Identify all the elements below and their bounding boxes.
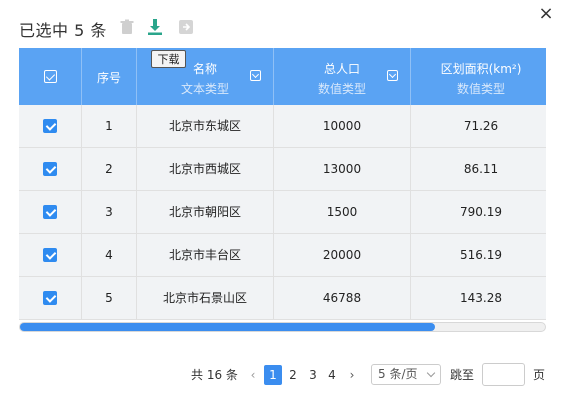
row-name: 北京市石景山区 bbox=[137, 277, 274, 320]
row-index: 5 bbox=[82, 277, 137, 320]
table-header: 序号 名称 文本类型 总人口 数值类型 区划面积(km²) 数值类型 bbox=[19, 48, 546, 105]
export-icon[interactable] bbox=[177, 18, 195, 36]
page-size-select[interactable]: 5 条/页 bbox=[371, 364, 441, 385]
filter-icon[interactable] bbox=[387, 70, 398, 81]
row-index: 2 bbox=[82, 148, 137, 191]
row-population: 20000 bbox=[274, 234, 411, 277]
table-row[interactable]: 2 北京市西城区 13000 86.11 bbox=[19, 148, 546, 191]
close-icon[interactable]: × bbox=[537, 5, 555, 23]
row-index: 3 bbox=[82, 191, 137, 234]
data-table: 序号 名称 文本类型 总人口 数值类型 区划面积(km²) 数值类型 1 北京市… bbox=[19, 48, 546, 321]
page-2[interactable]: 2 bbox=[284, 365, 302, 385]
download-icon[interactable] bbox=[146, 18, 164, 36]
row-checkbox[interactable] bbox=[43, 248, 57, 262]
row-checkbox[interactable] bbox=[43, 205, 57, 219]
page-3[interactable]: 3 bbox=[304, 365, 322, 385]
page-4[interactable]: 4 bbox=[323, 365, 341, 385]
header-area[interactable]: 区划面积(km²) 数值类型 bbox=[411, 48, 546, 105]
scrollbar-thumb[interactable] bbox=[20, 323, 435, 331]
table-row[interactable]: 4 北京市丰台区 20000 516.19 bbox=[19, 234, 546, 277]
page-1[interactable]: 1 bbox=[264, 365, 282, 385]
prev-page-icon[interactable]: ‹ bbox=[246, 365, 260, 385]
row-checkbox[interactable] bbox=[43, 162, 57, 176]
row-population: 10000 bbox=[274, 105, 411, 148]
row-area: 143.28 bbox=[460, 291, 502, 305]
download-tooltip: 下载 bbox=[151, 50, 186, 68]
row-area: 71.26 bbox=[463, 119, 499, 133]
horizontal-scrollbar[interactable] bbox=[19, 322, 546, 332]
row-population: 13000 bbox=[274, 148, 411, 191]
row-name: 北京市东城区 bbox=[137, 105, 274, 148]
page-size-value: 5 条/页 bbox=[378, 367, 418, 381]
total-count: 共 16 条 bbox=[191, 368, 238, 382]
next-page-icon[interactable]: › bbox=[345, 365, 359, 385]
row-name: 北京市丰台区 bbox=[137, 234, 274, 277]
jump-label: 跳至 bbox=[450, 368, 475, 382]
row-population: 46788 bbox=[274, 277, 411, 320]
header-population[interactable]: 总人口 数值类型 bbox=[274, 48, 411, 105]
row-index: 4 bbox=[82, 234, 137, 277]
chevron-down-icon bbox=[426, 368, 436, 378]
table-row[interactable]: 1 北京市东城区 10000 71.26 bbox=[19, 105, 546, 148]
header-select-all[interactable] bbox=[19, 48, 82, 105]
select-all-checkbox[interactable] bbox=[44, 70, 57, 83]
table-row[interactable]: 3 北京市朝阳区 1500 790.19 bbox=[19, 191, 546, 234]
row-name: 北京市朝阳区 bbox=[137, 191, 274, 234]
trash-icon[interactable] bbox=[118, 18, 136, 36]
jump-suffix: 页 bbox=[533, 368, 546, 382]
jump-page-input[interactable] bbox=[482, 363, 525, 386]
row-name: 北京市西城区 bbox=[137, 148, 274, 191]
filter-icon[interactable] bbox=[250, 70, 261, 81]
dialog-title: 已选中 5 条 bbox=[19, 21, 107, 40]
row-area: 790.19 bbox=[460, 205, 502, 219]
header-index: 序号 bbox=[82, 48, 137, 105]
row-index: 1 bbox=[82, 105, 137, 148]
row-population: 1500 bbox=[274, 191, 411, 234]
row-area: 516.19 bbox=[460, 248, 502, 262]
table-row[interactable]: 5 北京市石景山区 46788 143.28 bbox=[19, 277, 546, 320]
row-area: 86.11 bbox=[463, 162, 499, 176]
row-checkbox[interactable] bbox=[43, 119, 57, 133]
row-checkbox[interactable] bbox=[43, 291, 57, 305]
